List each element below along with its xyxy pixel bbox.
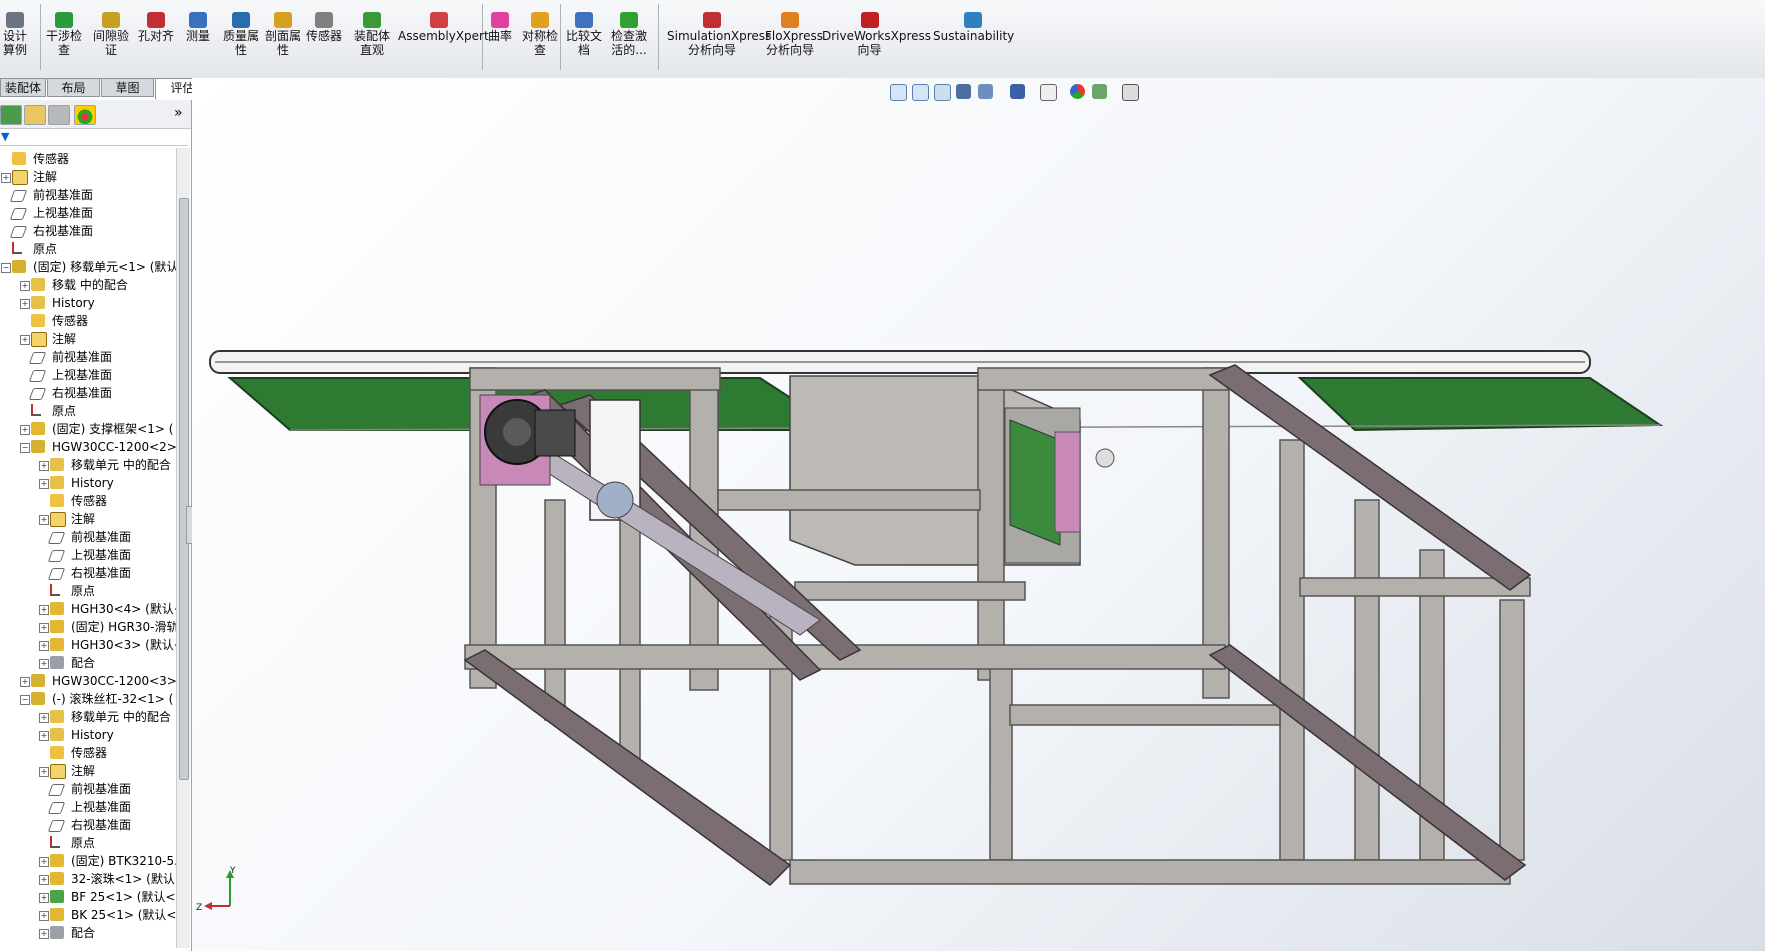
coordinate-triad: Y Z: [196, 866, 236, 913]
triad-y-label: Y: [229, 866, 236, 876]
assembly-model-view[interactable]: [0, 0, 1765, 951]
adjust-knob: [1095, 448, 1115, 468]
conveyor-belt-right: [1297, 377, 1664, 432]
side-panel-green: [1009, 419, 1061, 546]
motor-body: [534, 409, 576, 457]
bearing-flange: [596, 481, 634, 519]
triad-z-label: Z: [196, 903, 202, 913]
pink-bracket: [1054, 431, 1081, 533]
